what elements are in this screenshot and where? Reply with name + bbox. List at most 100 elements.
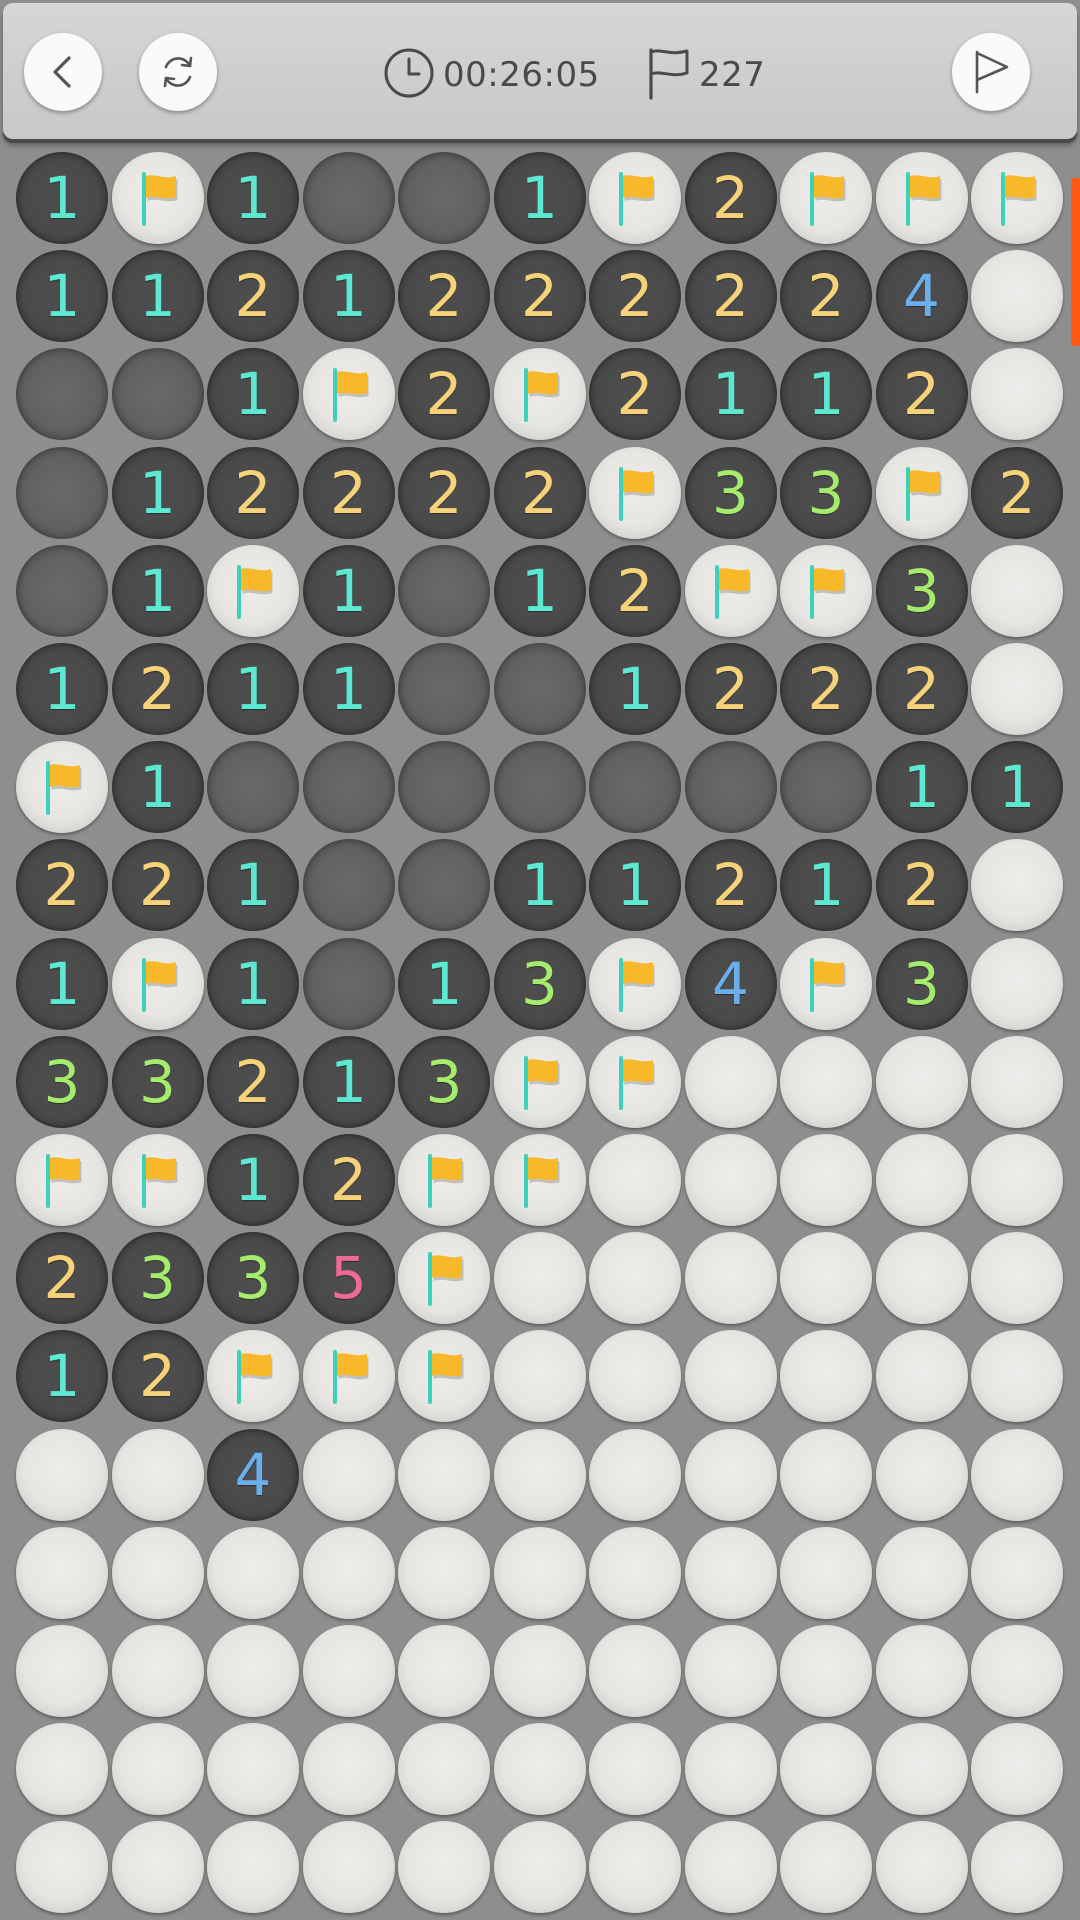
cell-hidden[interactable] [971,839,1063,932]
cell-number[interactable]: 2 [971,446,1063,539]
cell-number[interactable]: 1 [302,544,395,637]
cell-number[interactable]: 2 [589,544,681,637]
cell-hidden[interactable] [875,1723,968,1816]
cell-hidden[interactable] [971,643,1063,735]
cell-flagged[interactable] [493,1035,586,1128]
cell-number[interactable]: 1 [111,250,204,343]
cell-flagged[interactable] [589,446,681,539]
cell-hidden[interactable] [875,1035,968,1128]
cell-number[interactable]: 2 [302,446,395,539]
cell-number[interactable]: 4 [207,1428,299,1521]
cell-empty[interactable] [493,643,586,735]
cell-flagged[interactable] [16,1134,108,1226]
cell-flagged[interactable] [111,1134,204,1226]
cell-flagged[interactable] [684,544,777,637]
cell-number[interactable]: 1 [875,741,968,834]
cell-flagged[interactable] [302,348,395,441]
cell-hidden[interactable] [780,1625,872,1717]
cell-hidden[interactable] [971,1625,1063,1717]
cell-hidden[interactable] [302,1428,395,1521]
cell-empty[interactable] [780,741,872,834]
cell-flagged[interactable] [398,1134,490,1226]
cell-empty[interactable] [398,544,490,637]
cell-hidden[interactable] [493,1723,586,1816]
cell-number[interactable]: 2 [589,348,681,441]
cell-number[interactable]: 3 [875,937,968,1030]
cell-flagged[interactable] [780,152,872,244]
cell-flagged[interactable] [875,152,968,244]
cell-number[interactable]: 1 [207,152,299,244]
cell-hidden[interactable] [398,1428,490,1521]
cell-number[interactable]: 2 [780,643,872,735]
cell-hidden[interactable] [780,1723,872,1816]
cell-hidden[interactable] [493,1232,586,1325]
cell-hidden[interactable] [493,1821,586,1914]
cell-empty[interactable] [302,937,395,1030]
cell-hidden[interactable] [780,1035,872,1128]
cell-hidden[interactable] [875,1330,968,1423]
cell-number[interactable]: 1 [16,1330,108,1423]
cell-number[interactable]: 2 [780,250,872,343]
cell-number[interactable]: 3 [111,1035,204,1128]
cell-number[interactable]: 2 [684,643,777,735]
game-board[interactable]: 1112112122222412211212222332111231211122… [0,0,1080,1920]
cell-number[interactable]: 1 [16,152,108,244]
cell-hidden[interactable] [493,1330,586,1423]
cell-number[interactable]: 2 [875,348,968,441]
cell-number[interactable]: 3 [875,544,968,637]
cell-hidden[interactable] [207,1625,299,1717]
cell-number[interactable]: 1 [111,544,204,637]
back-button[interactable] [24,33,102,111]
cell-number[interactable]: 3 [16,1035,108,1128]
cell-hidden[interactable] [875,1526,968,1619]
cell-number[interactable]: 2 [684,152,777,244]
cell-hidden[interactable] [16,1723,108,1816]
cell-number[interactable]: 2 [875,839,968,932]
cell-hidden[interactable] [875,1625,968,1717]
cell-hidden[interactable] [780,1526,872,1619]
cell-flagged[interactable] [207,1330,299,1423]
cell-number[interactable]: 2 [16,839,108,932]
cell-number[interactable]: 1 [302,1035,395,1128]
cell-hidden[interactable] [111,1821,204,1914]
cell-number[interactable]: 2 [207,1035,299,1128]
cell-hidden[interactable] [207,1821,299,1914]
cell-number[interactable]: 1 [398,937,490,1030]
cell-flagged[interactable] [589,1035,681,1128]
cell-hidden[interactable] [493,1625,586,1717]
restart-button[interactable] [139,33,217,111]
cell-number[interactable]: 3 [493,937,586,1030]
cell-empty[interactable] [207,741,299,834]
cell-hidden[interactable] [398,1625,490,1717]
cell-hidden[interactable] [684,1330,777,1423]
cell-hidden[interactable] [589,1821,681,1914]
cell-number[interactable]: 2 [398,446,490,539]
cell-empty[interactable] [398,741,490,834]
cell-hidden[interactable] [493,1526,586,1619]
cell-number[interactable]: 2 [493,250,586,343]
cell-number[interactable]: 2 [111,839,204,932]
cell-hidden[interactable] [302,1625,395,1717]
cell-number[interactable]: 1 [302,643,395,735]
cell-hidden[interactable] [971,544,1063,637]
cell-number[interactable]: 3 [684,446,777,539]
cell-number[interactable]: 1 [16,937,108,1030]
cell-hidden[interactable] [16,1821,108,1914]
cell-hidden[interactable] [589,1625,681,1717]
cell-hidden[interactable] [589,1428,681,1521]
cell-hidden[interactable] [971,1821,1063,1914]
cell-empty[interactable] [16,446,108,539]
cell-hidden[interactable] [780,1330,872,1423]
cell-hidden[interactable] [684,1625,777,1717]
cell-hidden[interactable] [780,1232,872,1325]
cell-empty[interactable] [302,152,395,244]
cell-hidden[interactable] [971,348,1063,441]
flag-mode-button[interactable] [952,33,1030,111]
cell-hidden[interactable] [971,937,1063,1030]
cell-hidden[interactable] [971,1428,1063,1521]
cell-hidden[interactable] [16,1526,108,1619]
cell-empty[interactable] [16,544,108,637]
cell-hidden[interactable] [302,1723,395,1816]
cell-hidden[interactable] [589,1723,681,1816]
cell-hidden[interactable] [111,1428,204,1521]
